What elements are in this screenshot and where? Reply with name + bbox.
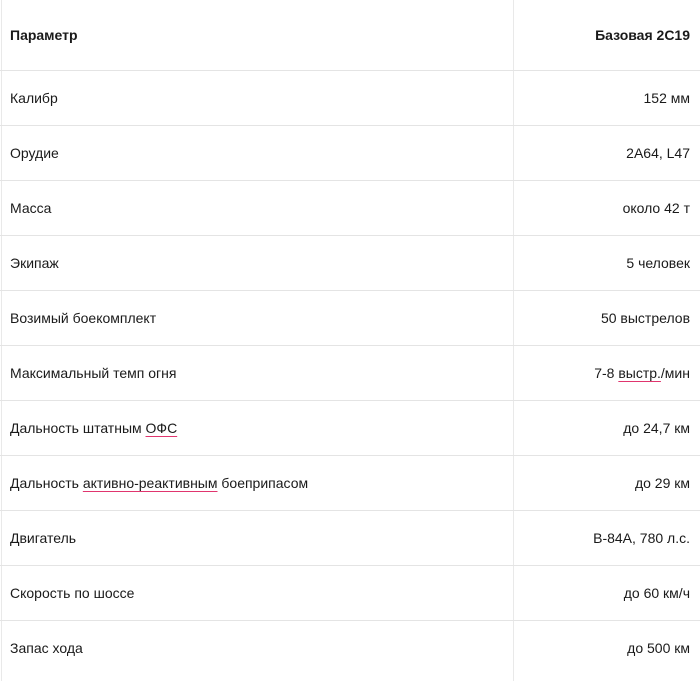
value-text: /мин — [660, 364, 690, 381]
value-text: до 29 км — [634, 474, 690, 491]
table-row: Запас хода до 500 км — [0, 620, 700, 675]
table-row: Возимый боекомплект 50 выстрелов — [0, 290, 700, 346]
table-row: Скорость по шоссе до 60 км/ч — [0, 565, 700, 621]
value-text: 2А64, L47 — [626, 144, 690, 161]
table-header-row: Параметр Базовая 2С19 — [0, 0, 700, 71]
value-cell: 50 выстрелов — [513, 290, 700, 346]
value-text: около 42 т — [622, 199, 690, 216]
value-cell: В-84А, 780 л.с. — [513, 510, 700, 566]
param-cell: Масса — [0, 180, 513, 236]
value-cell: до 60 км/ч — [513, 565, 700, 621]
param-text: Экипаж — [10, 254, 59, 271]
table-row: Орудие 2А64, L47 — [0, 125, 700, 181]
value-cell: до 24,7 км — [513, 400, 700, 456]
value-cell: 152 мм — [513, 70, 700, 126]
param-text: Масса — [10, 199, 52, 216]
value-text: 50 выстрелов — [600, 309, 690, 326]
param-cell: Возимый боекомплект — [0, 290, 513, 346]
param-text: Запас хода — [10, 639, 83, 656]
value-cell: до 29 км — [513, 455, 700, 511]
value-cell: до 500 км — [513, 620, 700, 675]
param-text: Максимальный темп огня — [10, 364, 177, 381]
value-text: 152 мм — [643, 89, 691, 106]
spec-table: Параметр Базовая 2С19 Калибр 152 мм Оруд… — [0, 0, 700, 675]
param-cell: Экипаж — [0, 235, 513, 291]
value-text: 7-8 — [594, 364, 619, 381]
spellcheck-marked-word: выстр. — [618, 364, 661, 381]
param-cell: Дальность штатным ОФС — [0, 400, 513, 456]
value-text: до 500 км — [627, 639, 690, 656]
table-row: Калибр 152 мм — [0, 70, 700, 126]
value-text: 5 человек — [626, 254, 690, 271]
spec-document: Параметр Базовая 2С19 Калибр 152 мм Оруд… — [0, 0, 700, 681]
param-cell: Калибр — [0, 70, 513, 126]
table-row: Дальность штатным ОФС до 24,7 км — [0, 400, 700, 456]
param-cell: Скорость по шоссе — [0, 565, 513, 621]
table-row: Экипаж 5 человек — [0, 235, 700, 291]
param-text: Калибр — [10, 89, 58, 106]
table-row: Дальность активно-реактивным боеприпасом… — [0, 455, 700, 511]
table-row: Двигатель В-84А, 780 л.с. — [0, 510, 700, 566]
value-cell: 7-8 выстр./мин — [513, 345, 700, 401]
table-row: Масса около 42 т — [0, 180, 700, 236]
param-text: Дальность штатным — [10, 419, 146, 436]
value-text: В-84А, 780 л.с. — [593, 529, 690, 546]
param-cell: Орудие — [0, 125, 513, 181]
param-text: Возимый боекомплект — [10, 309, 157, 326]
param-cell: Запас хода — [0, 620, 513, 675]
param-cell: Двигатель — [0, 510, 513, 566]
spellcheck-marked-word: активно-реактивным — [82, 474, 218, 491]
value-cell: 2А64, L47 — [513, 125, 700, 181]
param-cell: Максимальный темп огня — [0, 345, 513, 401]
value-text: до 24,7 км — [623, 419, 690, 436]
value-text: до 60 км/ч — [623, 584, 690, 601]
header-value: Базовая 2С19 — [513, 0, 700, 71]
param-text: Дальность — [10, 474, 83, 491]
header-param: Параметр — [0, 0, 513, 71]
table-row: Максимальный темп огня 7-8 выстр./мин — [0, 345, 700, 401]
param-text: Скорость по шоссе — [10, 584, 135, 601]
param-cell: Дальность активно-реактивным боеприпасом — [0, 455, 513, 511]
param-text: Двигатель — [10, 529, 77, 546]
value-cell: 5 человек — [513, 235, 700, 291]
param-text: боеприпасом — [217, 474, 309, 491]
param-text: Орудие — [10, 144, 59, 161]
spellcheck-marked-word: ОФС — [145, 419, 178, 436]
value-cell: около 42 т — [513, 180, 700, 236]
